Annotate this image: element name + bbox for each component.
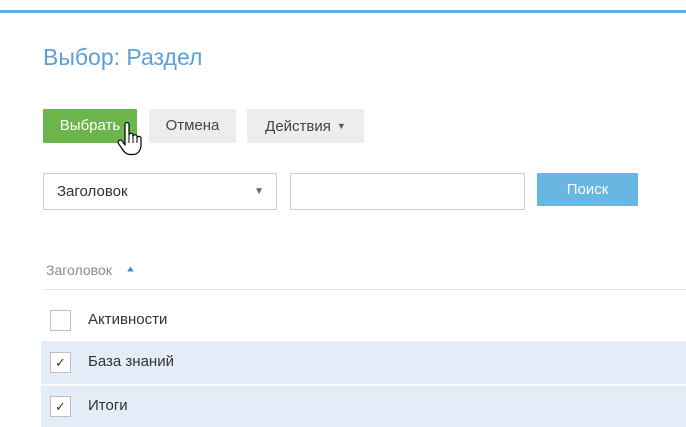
row-checkbox[interactable]: ✓ (50, 396, 71, 417)
checkmark-icon: ✓ (55, 355, 66, 370)
hand-pointer-icon (117, 122, 142, 156)
list-item[interactable]: Активности (41, 300, 686, 342)
list-item[interactable]: ✓ Итоги (41, 385, 686, 427)
list-item[interactable]: ✓ База знаний (41, 342, 686, 384)
column-select-value: Заголовок (57, 183, 128, 200)
checkmark-icon: ✓ (55, 399, 66, 414)
sort-ascending-icon[interactable]: ▲ (125, 264, 136, 274)
cancel-button[interactable]: Отмена (149, 109, 236, 143)
top-accent-bar (0, 10, 686, 13)
search-button-label: Поиск (566, 181, 609, 198)
column-select[interactable]: Заголовок ▼ (43, 173, 277, 210)
search-button[interactable]: Поиск (537, 173, 638, 206)
row-checkbox[interactable]: ✓ (50, 352, 71, 373)
caret-down-icon: ▼ (254, 186, 264, 197)
actions-dropdown-button[interactable]: Действия ▼ (247, 109, 364, 143)
row-label: База знаний (88, 353, 174, 370)
row-checkbox[interactable] (50, 310, 71, 331)
row-label: Активности (88, 311, 168, 328)
search-input[interactable] (290, 173, 525, 210)
column-header-title[interactable]: Заголовок (46, 262, 112, 278)
row-label: Итоги (88, 397, 128, 414)
page-title: Выбор: Раздел (43, 44, 203, 70)
select-button-label: Выбрать (59, 117, 121, 134)
caret-down-icon: ▼ (336, 121, 346, 131)
cancel-button-label: Отмена (165, 117, 220, 134)
actions-button-label: Действия (265, 118, 331, 135)
grid-header: Заголовок ▲ (43, 258, 686, 290)
